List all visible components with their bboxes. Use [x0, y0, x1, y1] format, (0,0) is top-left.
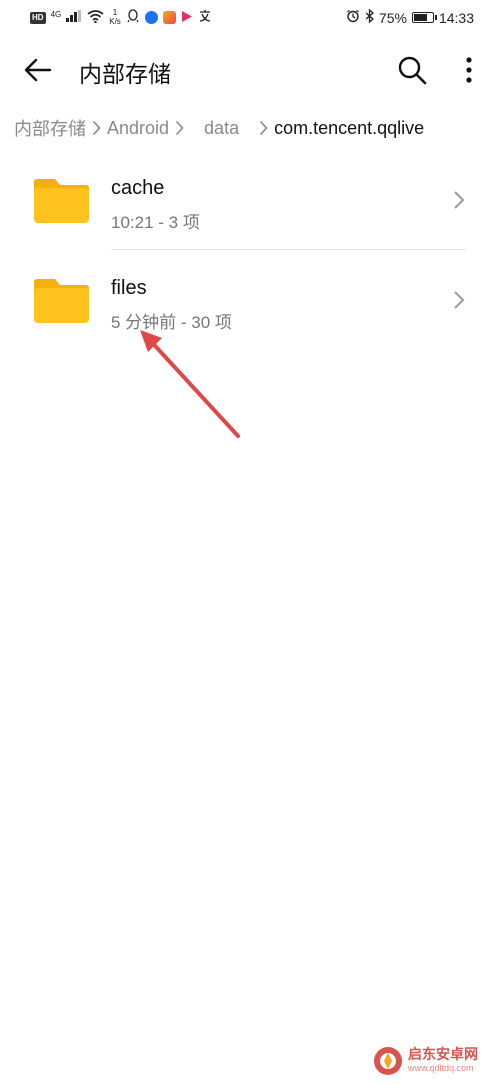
- game-app-icon: [162, 11, 176, 24]
- chevron-right-icon: [448, 288, 470, 312]
- red-arrow-annotation: [140, 330, 240, 438]
- folder-icon: [34, 179, 89, 223]
- battery-icon: [411, 12, 437, 23]
- back-arrow-icon: [24, 58, 52, 82]
- chevron-right-icon: [259, 120, 268, 136]
- list-item[interactable]: files 5 分钟前 - 30 项: [0, 250, 500, 350]
- breadcrumb-android[interactable]: Android: [107, 118, 169, 139]
- folder-name: cache: [111, 177, 165, 199]
- watermark-title: 启东安卓网: [408, 1046, 478, 1062]
- app-header: 内部存储: [0, 36, 500, 104]
- logo-icon: [374, 1047, 402, 1075]
- folder-icon: [34, 279, 89, 323]
- battery-level-fill: [413, 14, 427, 21]
- more-vertical-icon: [466, 57, 472, 83]
- list-item[interactable]: cache 10:21 - 3 项: [0, 150, 500, 250]
- chevron-right-icon: [92, 120, 101, 136]
- search-icon: [398, 56, 427, 85]
- back-button[interactable]: [18, 50, 58, 90]
- bluetooth-icon: [365, 8, 374, 26]
- search-button[interactable]: [392, 50, 432, 90]
- net-speed-unit: K/s: [109, 16, 121, 26]
- wifi-icon: [87, 9, 104, 26]
- breadcrumb-data[interactable]: data: [204, 118, 239, 139]
- clock: 14:33: [438, 9, 474, 26]
- chevron-right-icon: [448, 188, 470, 212]
- net-speed: 1 K/s: [109, 8, 121, 26]
- browser-app-icon: [144, 11, 158, 24]
- translate-icon: [198, 9, 212, 26]
- hd-badge: HD: [30, 11, 46, 24]
- status-bar-left: HD 4G 1 K/s: [30, 8, 212, 26]
- breadcrumb-current: com.tencent.qqlive: [274, 117, 425, 138]
- folder-meta: 10:21 - 3 项: [111, 213, 200, 232]
- watermark-url: www.qdltdq.com: [408, 1063, 474, 1073]
- chevron-right-icon: [175, 120, 184, 136]
- video-app-icon: [181, 10, 193, 26]
- network-type: 4G: [50, 9, 62, 19]
- qq-icon: [126, 9, 140, 26]
- net-speed-value: 1: [112, 7, 118, 17]
- watermark-logo: 启东安卓网 www.qdltdq.com: [372, 1045, 478, 1077]
- watermark-text: 启东安卓网 www.qdltdq.com: [408, 1047, 478, 1075]
- more-options-button[interactable]: [452, 50, 486, 90]
- breadcrumb-internal-storage[interactable]: 内部存储: [14, 115, 86, 141]
- folder-name: files: [111, 277, 147, 299]
- battery-percent: 75%: [378, 9, 407, 26]
- status-bar-right: 75% 14:33: [346, 8, 474, 26]
- breadcrumb: 内部存储 Android data com.tencent.qqlive: [14, 115, 424, 141]
- status-bar: HD 4G 1 K/s 75% 14:33: [0, 0, 500, 36]
- signal-icon: [66, 10, 82, 25]
- folder-list: cache 10:21 - 3 项 files 5 分钟前 - 30 项: [0, 150, 500, 350]
- page-title: 内部存储: [79, 61, 171, 87]
- alarm-icon: [346, 9, 360, 26]
